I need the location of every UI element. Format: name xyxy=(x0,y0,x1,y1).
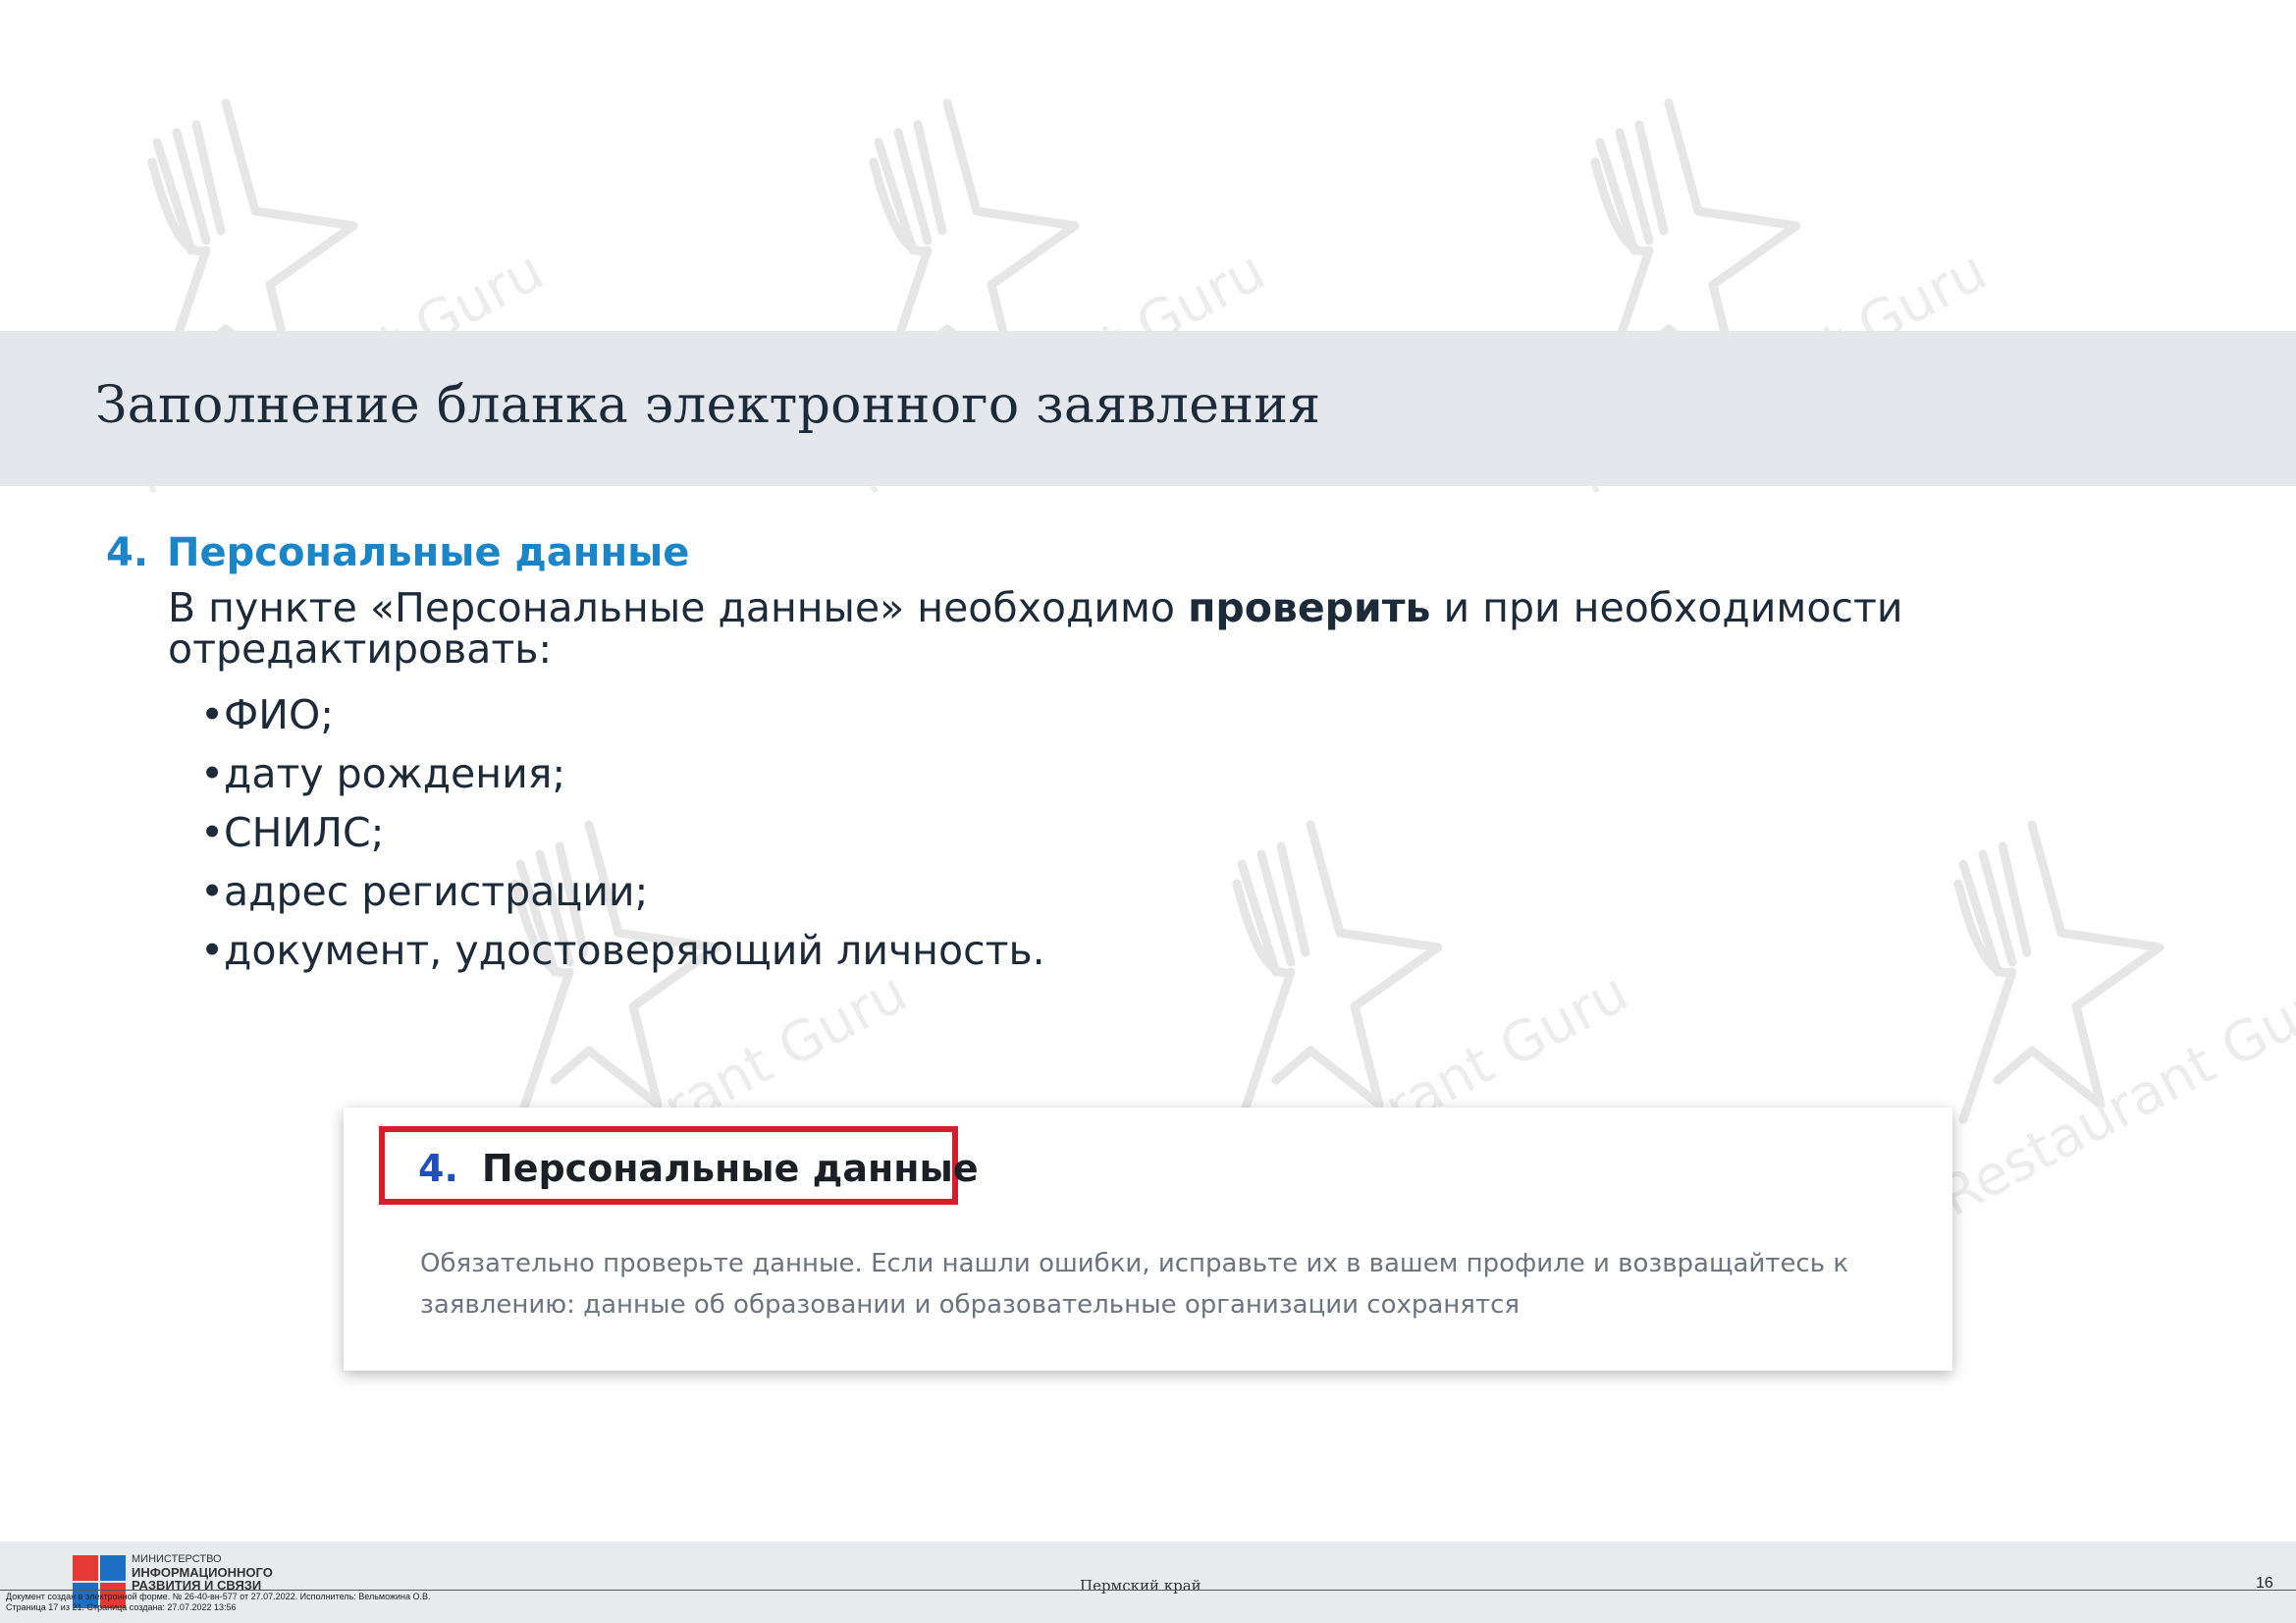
intro-text-bold: проверить xyxy=(1188,584,1431,631)
section-heading: 4. Персональные данные xyxy=(106,530,2167,575)
screenshot-description: Обязательно проверьте данные. Если нашли… xyxy=(420,1249,1849,1320)
footer-divider xyxy=(0,1590,2296,1591)
list-item: •ФИО; xyxy=(200,691,335,738)
region-name: Пермский край xyxy=(1080,1577,1201,1595)
form-screenshot: 4. Персональные данные Обязательно прове… xyxy=(344,1108,1952,1371)
screenshot-section-number: 4. xyxy=(418,1147,458,1190)
section-number: 4. xyxy=(106,530,149,575)
document-stamp: Документ создан в электронной форме. № 2… xyxy=(6,1592,431,1612)
section-intro: В пункте «Персональные данные» необходим… xyxy=(168,587,2033,670)
screenshot-heading: 4. Персональные данные xyxy=(418,1147,979,1190)
footer: МИНИСТЕРСТВО ИНФОРМАЦИОННОГО РАЗВИТИЯ И … xyxy=(0,1542,2296,1623)
intro-text-start: В пункте «Персональные данные» необходим… xyxy=(168,584,1189,631)
screenshot-section-title: Персональные данные xyxy=(481,1147,979,1190)
list-item: •документ, удостоверяющий личность. xyxy=(200,927,1045,974)
section-personal-data: 4. Персональные данные В пункте «Персона… xyxy=(106,530,2167,980)
page-title: Заполнение бланка электронного заявления xyxy=(95,376,1321,435)
watermark-text: Restaurant Guru xyxy=(1930,960,2296,1229)
list-item: •адрес регистрации; xyxy=(200,868,649,915)
ministry-name: МИНИСТЕРСТВО ИНФОРМАЦИОННОГО РАЗВИТИЯ И … xyxy=(132,1553,273,1593)
list-item: •СНИЛС; xyxy=(200,809,385,856)
bullet-list: •ФИО; •дату рождения; •СНИЛС; •адрес рег… xyxy=(200,685,2167,980)
section-title: Персональные данные xyxy=(167,530,690,575)
list-item: •дату рождения; xyxy=(200,750,566,797)
